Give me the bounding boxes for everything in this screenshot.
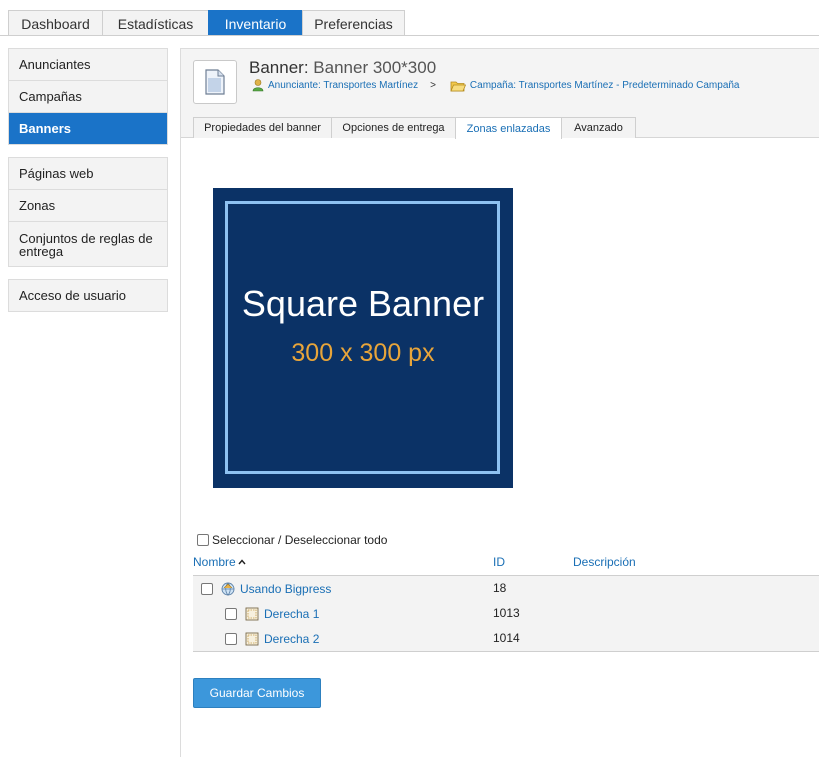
breadcrumb: Anunciante: Transportes Martínez > Campa…: [252, 79, 740, 92]
table-row: Usando Bigpress: [201, 576, 331, 601]
tab-zonas-enlazadas[interactable]: Zonas enlazadas: [455, 117, 562, 139]
zone-link[interactable]: Usando Bigpress: [240, 582, 331, 596]
banner-size-text: 300 x 300 px: [291, 339, 435, 367]
sidebar-item-conjuntos-reglas[interactable]: Conjuntos de reglas de entrega: [9, 222, 167, 266]
zone-link[interactable]: Derecha 1: [264, 607, 319, 621]
sidebar-group-access: Acceso de usuario: [8, 279, 168, 312]
breadcrumb-separator: >: [430, 80, 436, 91]
select-all-checkbox[interactable]: [197, 534, 209, 546]
column-header-descripcion[interactable]: Descripción: [573, 555, 636, 569]
sidebar-item-campanas[interactable]: Campañas: [9, 81, 167, 113]
title-banner-name: Banner 300*300: [313, 58, 437, 77]
banner-document-icon: [193, 60, 237, 104]
row-id: 1013: [493, 606, 520, 620]
sidebar: Anunciantes Campañas Banners Páginas web…: [8, 48, 168, 324]
table-row: Derecha 1: [225, 601, 319, 626]
row-id: 18: [493, 581, 507, 595]
table-row: Derecha 2: [225, 626, 319, 651]
sidebar-item-paginas-web[interactable]: Páginas web: [9, 158, 167, 190]
sidebar-item-acceso-usuario[interactable]: Acceso de usuario: [9, 280, 167, 311]
title-prefix: Banner:: [249, 58, 309, 77]
select-all-label: Seleccionar / Deseleccionar todo: [212, 533, 388, 547]
column-header-nombre[interactable]: Nombre: [193, 555, 246, 569]
zone-link[interactable]: Derecha 2: [264, 632, 319, 646]
row-id: 1014: [493, 631, 520, 645]
campaign-folder-icon: [450, 80, 466, 92]
table-bottom-border: [193, 651, 819, 652]
zone-icon: [245, 632, 259, 646]
row-checkbox[interactable]: [201, 582, 213, 595]
website-icon: [221, 582, 235, 596]
column-header-id[interactable]: ID: [493, 555, 505, 569]
save-changes-button[interactable]: Guardar Cambios: [193, 678, 321, 708]
row-checkbox[interactable]: [225, 607, 237, 620]
banner-sub-tabs: Propiedades del banner Opciones de entre…: [193, 117, 636, 139]
column-header-nombre-label: Nombre: [193, 555, 236, 569]
zone-icon: [245, 607, 259, 621]
select-all-row: Seleccionar / Deseleccionar todo: [197, 533, 387, 547]
sidebar-group-sites: Páginas web Zonas Conjuntos de reglas de…: [8, 157, 168, 267]
row-checkbox[interactable]: [225, 632, 237, 645]
banner-frame: [225, 201, 500, 474]
tab-estadisticas[interactable]: Estadísticas: [102, 10, 209, 36]
banner-preview-image: Square Banner 300 x 300 px: [213, 188, 513, 488]
sidebar-item-anunciantes[interactable]: Anunciantes: [9, 49, 167, 81]
page-title: Banner: Banner 300*300: [249, 58, 436, 78]
breadcrumb-advertiser-link[interactable]: Anunciante: Transportes Martínez: [268, 80, 418, 91]
tab-dashboard[interactable]: Dashboard: [8, 10, 103, 36]
top-nav-tabs: Dashboard Estadísticas Inventario Prefer…: [8, 10, 405, 36]
tab-propiedades-banner[interactable]: Propiedades del banner: [193, 117, 332, 138]
tab-inventario[interactable]: Inventario: [208, 10, 303, 36]
sidebar-item-banners[interactable]: Banners: [9, 113, 167, 144]
top-tabs-divider: [0, 35, 819, 36]
tab-preferencias[interactable]: Preferencias: [302, 10, 405, 36]
sidebar-item-zonas[interactable]: Zonas: [9, 190, 167, 222]
tab-avanzado[interactable]: Avanzado: [561, 117, 636, 138]
sort-ascending-icon: [238, 559, 246, 565]
breadcrumb-campaign-link[interactable]: Campaña: Transportes Martínez - Predeter…: [470, 80, 740, 91]
sidebar-group-main: Anunciantes Campañas Banners: [8, 48, 168, 145]
banner-title-text: Square Banner: [241, 283, 485, 324]
advertiser-icon: [252, 79, 264, 92]
tab-opciones-entrega[interactable]: Opciones de entrega: [331, 117, 456, 138]
